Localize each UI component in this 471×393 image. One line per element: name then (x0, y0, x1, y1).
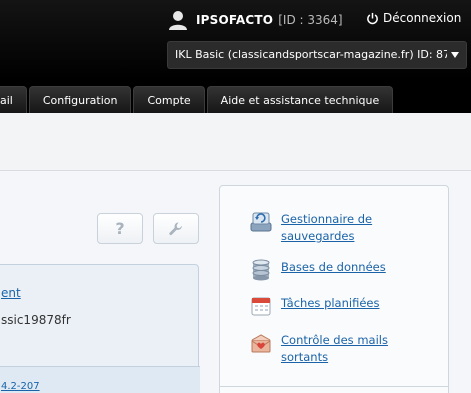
database-icon (252, 259, 270, 281)
backup-manager-link[interactable]: Gestionnaire de sauvegardes (250, 211, 431, 245)
top-header: IPSOFACTO [ID : 3364] Déconnexion IKL Ba… (0, 0, 471, 113)
scheduled-tasks-label: Tâches planifiées (281, 296, 380, 310)
databases-label: Bases de données (281, 260, 386, 274)
backup-icon (250, 212, 272, 232)
info-panel: ent ssic19878fr 4.2-207 (0, 264, 200, 393)
info-value: ssic19878fr (1, 313, 71, 327)
databases-link[interactable]: Bases de données (250, 259, 431, 281)
chevron-down-icon (451, 52, 459, 58)
power-icon (367, 12, 378, 24)
calendar-icon (251, 297, 271, 316)
tools-panel: Gestionnaire de sauvegardes Bases de don… (219, 185, 449, 393)
mail-icon (251, 334, 271, 353)
help-label: ? (115, 219, 125, 238)
subheader-band (0, 113, 471, 171)
logout-button[interactable]: Déconnexion (366, 11, 461, 25)
account-select[interactable]: IKL Basic (classicandsportscar-magazine.… (167, 41, 467, 69)
wrench-icon (169, 222, 182, 235)
account-select-value: IKL Basic (classicandsportscar-magazine.… (175, 48, 447, 61)
tab-aide[interactable]: Aide et assistance technique (206, 86, 394, 113)
help-button[interactable]: ? (97, 213, 143, 244)
outgoing-mail-control-label: Contrôle des mails sortants (281, 333, 388, 364)
main-tabs: ail Configuration Compte Aide et assista… (0, 86, 394, 113)
user-icon (169, 11, 187, 30)
logout-label: Déconnexion (383, 11, 462, 25)
tab-mail[interactable]: ail (0, 86, 27, 113)
tab-configuration[interactable]: Configuration (28, 86, 132, 113)
scheduled-tasks-link[interactable]: Tâches planifiées (250, 295, 431, 317)
user-id: [ID : 3364] (278, 13, 343, 27)
divider (220, 386, 448, 387)
user-name: IPSOFACTO (196, 13, 274, 27)
settings-button[interactable] (153, 213, 199, 244)
backup-manager-label: Gestionnaire de sauvegardes (281, 212, 373, 243)
outgoing-mail-control-link[interactable]: Contrôle des mails sortants (250, 332, 431, 366)
ip-link[interactable]: 4.2-207 (1, 381, 40, 392)
info-link[interactable]: ent (1, 286, 21, 300)
user-info: IPSOFACTO [ID : 3364] (168, 10, 343, 30)
tab-compte[interactable]: Compte (133, 86, 205, 113)
